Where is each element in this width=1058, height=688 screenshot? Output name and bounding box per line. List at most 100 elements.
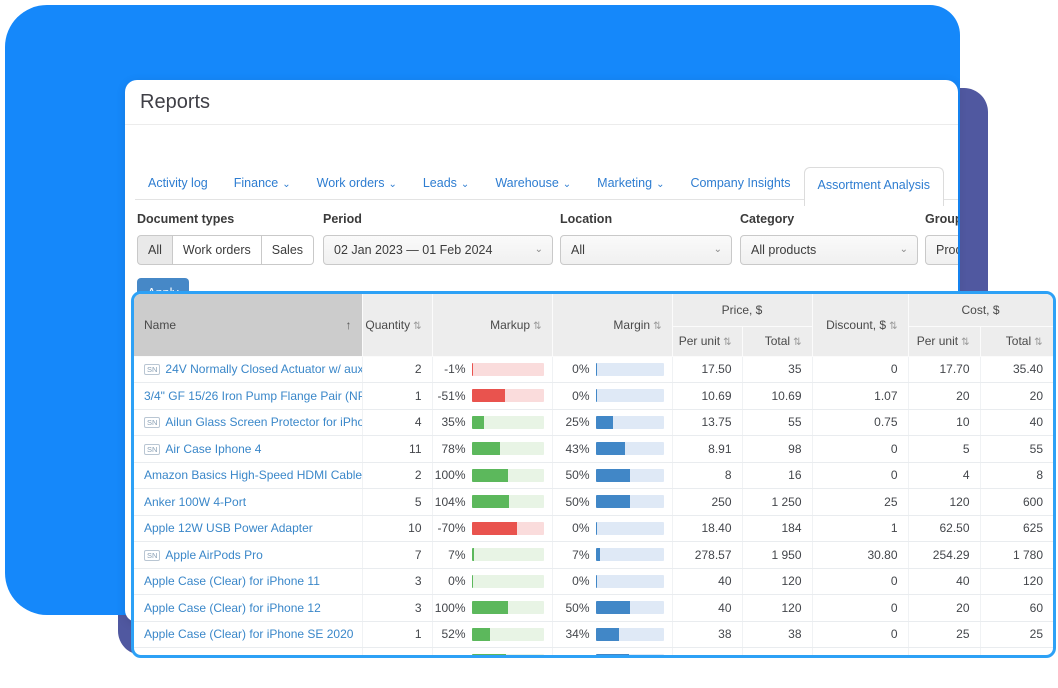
column-header-markup[interactable]: Markup⇅ <box>432 294 552 356</box>
margin-cell: 34% <box>552 621 672 648</box>
quantity-cell: 3 <box>362 568 432 595</box>
markup-bar <box>472 628 544 641</box>
group-by-dropdown[interactable]: Products ⌄ <box>925 235 958 265</box>
category-dropdown[interactable]: All products ⌄ <box>740 235 918 265</box>
period-label: Period <box>323 212 553 226</box>
price-per-unit-cell: 13.75 <box>672 409 742 436</box>
chevron-down-icon: ⌄ <box>563 179 571 190</box>
product-name-link[interactable]: Apple 12W USB Power Adapter <box>134 515 362 542</box>
column-header-name[interactable]: Name ↑ <box>134 294 362 356</box>
margin-cell: 0% <box>552 568 672 595</box>
chevron-down-icon: ⌄ <box>388 179 396 190</box>
price-total-cell: 184 <box>742 515 812 542</box>
product-name-link[interactable]: Anker 100W 4-Port <box>134 489 362 516</box>
quantity-cell: 10 <box>362 515 432 542</box>
markup-cell: 100% <box>432 462 552 489</box>
chevron-down-icon: ⌄ <box>282 179 290 190</box>
product-name-link[interactable]: SN24V Normally Closed Actuator w/ aux. s… <box>134 356 362 383</box>
cost-total-cell: 40 <box>980 409 1053 436</box>
quantity-cell: 3 <box>362 648 432 659</box>
markup-cell: 7% <box>432 542 552 569</box>
discount-cell: 0 <box>812 595 908 622</box>
filters-bar: Document types AllWork ordersSales Perio… <box>125 212 958 282</box>
column-header-margin[interactable]: Margin⇅ <box>552 294 672 356</box>
tabs: Activity logFinance⌄Work orders⌄Leads⌄Wa… <box>135 167 958 200</box>
tab-leads[interactable]: Leads⌄ <box>410 167 482 200</box>
column-header-price-group: Price, $ <box>672 294 812 326</box>
table-body: SN24V Normally Closed Actuator w/ aux. s… <box>134 356 1053 658</box>
product-name-link[interactable]: Apple iPhone 11 Silicone Case (Pink Sand… <box>134 648 362 659</box>
chevron-down-icon: ⌄ <box>461 179 469 190</box>
document-types-option-sales[interactable]: Sales <box>262 235 314 265</box>
markup-bar <box>472 469 544 482</box>
cost-per-unit-cell: 20 <box>908 383 980 410</box>
price-per-unit-cell: 10.69 <box>672 383 742 410</box>
column-header-discount[interactable]: Discount, $⇅ <box>812 294 908 356</box>
discount-cell: 1.07 <box>812 383 908 410</box>
cost-per-unit-cell: 40 <box>908 568 980 595</box>
sort-icon: ⇅ <box>1034 337 1042 348</box>
price-per-unit-cell: 18.40 <box>672 515 742 542</box>
product-name-link[interactable]: 3/4" GF 15/26 Iron Pump Flange Pair (NPT… <box>134 383 362 410</box>
discount-cell: 0 <box>812 436 908 463</box>
product-name-link[interactable]: Apple Case (Clear) for iPhone SE 2020 <box>134 621 362 648</box>
table-row: Anker 100W 4-Port5104%50%2501 2502512060… <box>134 489 1053 516</box>
price-per-unit-cell: 17.50 <box>672 356 742 383</box>
tab-work-orders[interactable]: Work orders⌄ <box>304 167 410 200</box>
price-total-cell: 98 <box>742 436 812 463</box>
product-name-link[interactable]: Apple Case (Clear) for iPhone 12 <box>134 595 362 622</box>
tab-marketing[interactable]: Marketing⌄ <box>584 167 677 200</box>
product-name-link[interactable]: SNAir Case Iphone 4 <box>134 436 362 463</box>
column-header-cost-total[interactable]: Total⇅ <box>980 326 1053 356</box>
price-total-cell: 1 250 <box>742 489 812 516</box>
tab-activity-log[interactable]: Activity log <box>135 167 221 200</box>
column-header-price-per-unit[interactable]: Per unit⇅ <box>672 326 742 356</box>
price-total-cell: 35 <box>742 356 812 383</box>
markup-bar <box>472 575 544 588</box>
margin-bar <box>596 363 664 376</box>
table-row: Apple 12W USB Power Adapter10-70%0%18.40… <box>134 515 1053 542</box>
margin-cell: 0% <box>552 356 672 383</box>
sort-icon: ⇅ <box>961 337 969 348</box>
tab-warehouse[interactable]: Warehouse⌄ <box>482 167 584 200</box>
sort-icon: ⇅ <box>653 321 661 332</box>
product-name-link[interactable]: SNAilun Glass Screen Protector for iPhon… <box>134 409 362 436</box>
price-total-cell: 55 <box>742 409 812 436</box>
price-total-cell: 120 <box>742 568 812 595</box>
table-row: Apple Case (Clear) for iPhone 123100%50%… <box>134 595 1053 622</box>
table-row: Apple Case (Clear) for iPhone SE 2020152… <box>134 621 1053 648</box>
margin-bar <box>596 416 664 429</box>
cost-per-unit-cell: 4 <box>908 462 980 489</box>
group-by-value: Products <box>936 243 958 257</box>
cost-total-cell: 625 <box>980 515 1053 542</box>
tab-finance[interactable]: Finance⌄ <box>221 167 304 200</box>
column-header-cost-per-unit[interactable]: Per unit⇅ <box>908 326 980 356</box>
period-value: 02 Jan 2023 — 01 Feb 2024 <box>334 243 492 257</box>
cost-total-cell: 120 <box>980 568 1053 595</box>
margin-cell: 50% <box>552 462 672 489</box>
chevron-down-icon: ⌄ <box>900 236 908 264</box>
price-per-unit-cell: 40 <box>672 595 742 622</box>
table-row: Apple iPhone 11 Silicone Case (Pink Sand… <box>134 648 1053 659</box>
product-name-link[interactable]: SNApple AirPods Pro <box>134 542 362 569</box>
location-value: All <box>571 243 585 257</box>
product-name-link[interactable]: Apple Case (Clear) for iPhone 11 <box>134 568 362 595</box>
document-types-option-all[interactable]: All <box>137 235 173 265</box>
period-dropdown[interactable]: 02 Jan 2023 — 01 Feb 2024 ⌄ <box>323 235 553 265</box>
column-header-quantity[interactable]: Quantity⇅ <box>362 294 432 356</box>
tab-company-insights[interactable]: Company Insights <box>677 167 803 200</box>
table-row: 3/4" GF 15/26 Iron Pump Flange Pair (NPT… <box>134 383 1053 410</box>
margin-cell: 7% <box>552 542 672 569</box>
chevron-down-icon: ⌄ <box>656 179 664 190</box>
product-name-link[interactable]: Amazon Basics High-Speed HDMI Cable For … <box>134 462 362 489</box>
column-header-price-total[interactable]: Total⇅ <box>742 326 812 356</box>
margin-cell: 50% <box>552 595 672 622</box>
document-types-option-work-orders[interactable]: Work orders <box>173 235 262 265</box>
markup-bar <box>472 601 544 614</box>
cost-per-unit-cell: 20 <box>908 595 980 622</box>
price-per-unit-cell: 8.91 <box>672 436 742 463</box>
chevron-down-icon: ⌄ <box>714 236 722 264</box>
location-dropdown[interactable]: All ⌄ <box>560 235 732 265</box>
tab-assortment-analysis[interactable]: Assortment Analysis <box>804 167 945 206</box>
cost-total-cell: 20 <box>980 383 1053 410</box>
